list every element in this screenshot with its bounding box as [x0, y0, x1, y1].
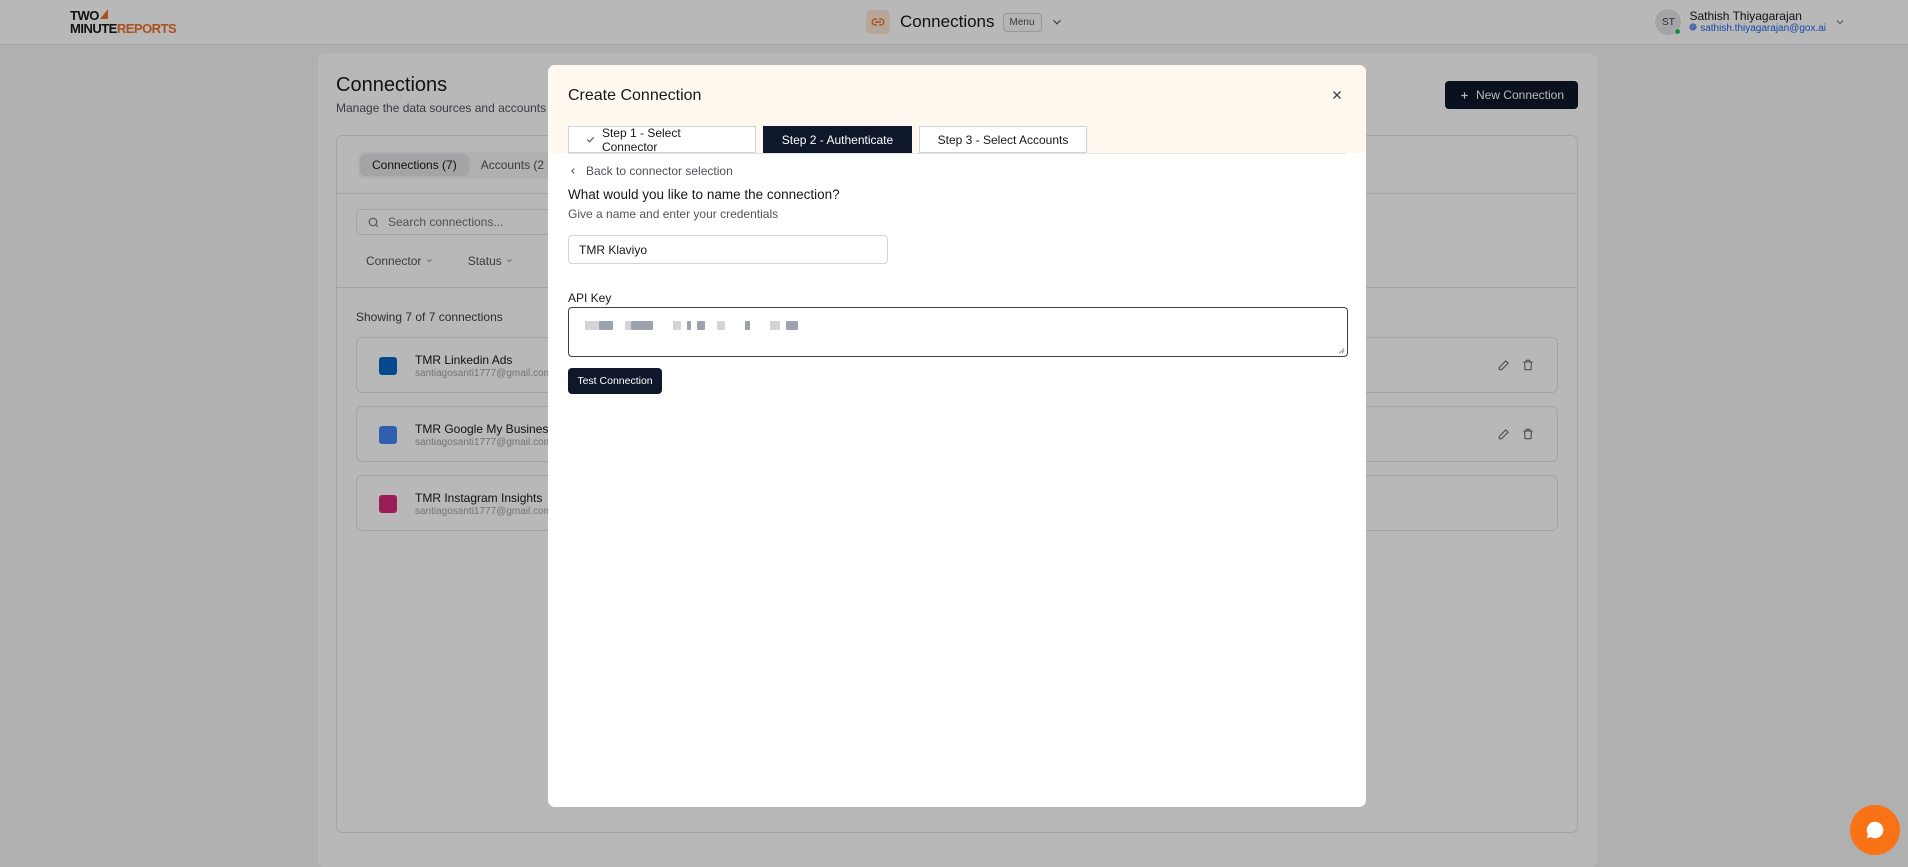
resize-handle-icon[interactable]: [1337, 346, 1345, 354]
step-select-connector[interactable]: Step 1 - Select Connector: [568, 126, 756, 154]
check-icon: [586, 136, 595, 143]
back-to-connector-link[interactable]: Back to connector selection: [568, 164, 733, 178]
step-select-accounts[interactable]: Step 3 - Select Accounts: [919, 126, 1087, 153]
chat-icon: [1866, 821, 1884, 839]
chevron-left-icon: [571, 168, 575, 174]
step-authenticate[interactable]: Step 2 - Authenticate: [763, 126, 912, 153]
api-key-textarea[interactable]: [568, 307, 1348, 357]
chat-button[interactable]: [1850, 805, 1900, 855]
close-button[interactable]: [1328, 86, 1346, 104]
connection-name-input[interactable]: [568, 235, 888, 264]
test-connection-button[interactable]: Test Connection: [568, 368, 662, 394]
dialog-title: Create Connection: [568, 87, 702, 104]
close-icon: [1333, 91, 1341, 99]
divider: [568, 153, 1346, 154]
api-key-label: API Key: [568, 291, 612, 305]
stepper: Step 1 - Select Connector Step 2 - Authe…: [568, 126, 1087, 154]
name-question: What would you like to name the connecti…: [568, 187, 840, 202]
create-connection-dialog: Create Connection Step 1 - Select Connec…: [548, 65, 1366, 807]
api-key-masked-value: [585, 321, 798, 330]
name-question-subtitle: Give a name and enter your credentials: [568, 207, 779, 221]
